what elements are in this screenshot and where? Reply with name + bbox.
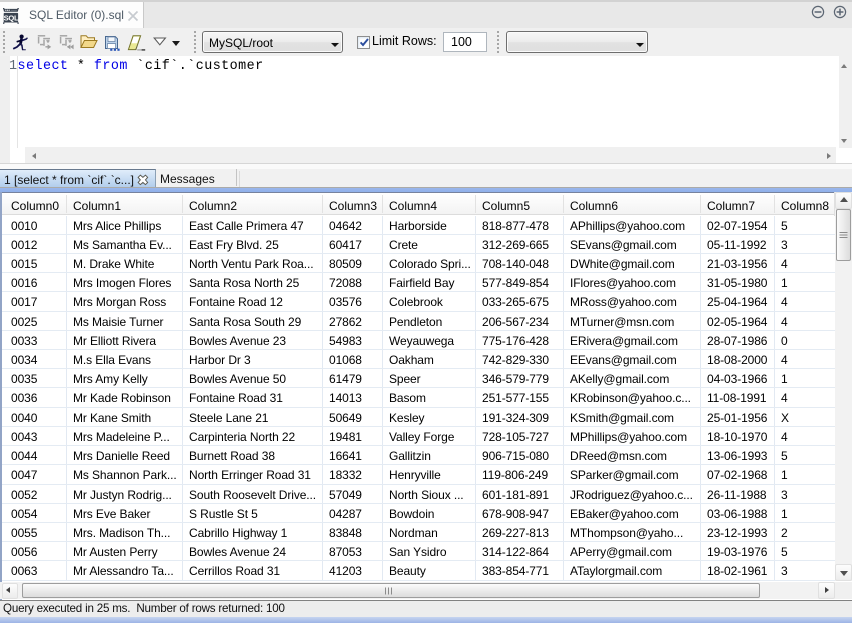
- svg-text:SQL: SQL: [4, 13, 19, 22]
